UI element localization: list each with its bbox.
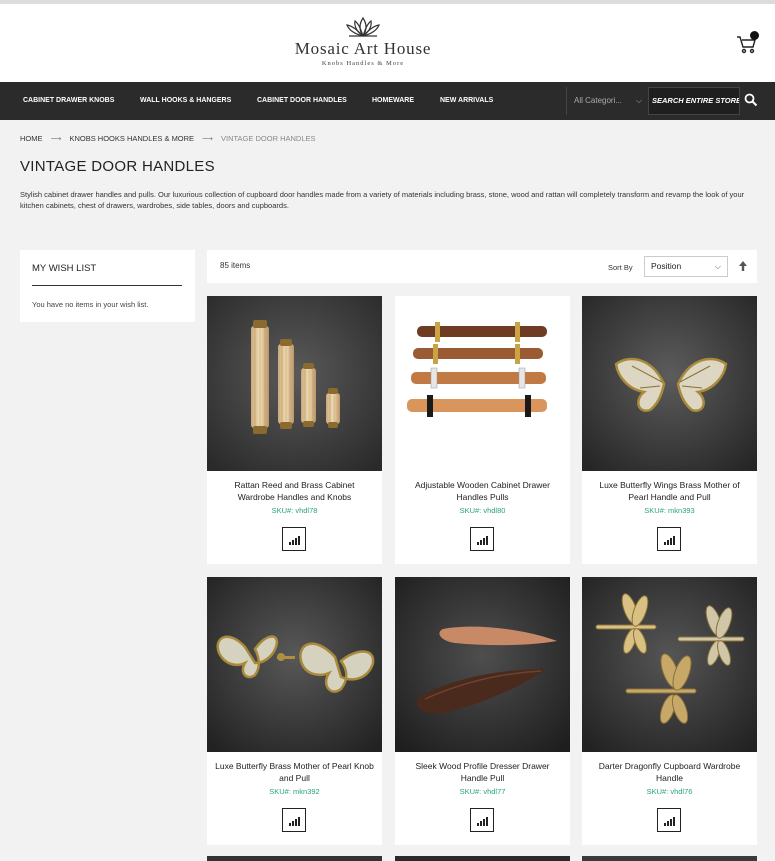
- rattan-handles-image: [207, 296, 382, 471]
- compare-button[interactable]: [657, 527, 681, 551]
- lotus-logo-icon: [346, 16, 380, 38]
- arrow-up-icon: [739, 261, 747, 271]
- search-icon: [744, 93, 758, 107]
- compare-button[interactable]: [470, 527, 494, 551]
- compare-button[interactable]: [470, 808, 494, 832]
- compare-icon: [664, 817, 675, 826]
- product-sku: SKU#: vhdl80: [459, 506, 506, 515]
- dragonfly-handle-image: [582, 577, 757, 752]
- product-image[interactable]: [395, 296, 570, 471]
- breadcrumb-current: VINTAGE DOOR HANDLES: [221, 134, 316, 143]
- search-input[interactable]: SEARCH ENTIRE STORE ...: [648, 87, 740, 115]
- wooden-handles-image: [395, 296, 570, 471]
- main-nav: CABINET DRAWER KNOBS WALL HOOKS & HANGER…: [0, 82, 775, 120]
- product-name[interactable]: Adjustable Wooden Cabinet Drawer Handles…: [403, 479, 562, 503]
- product-name[interactable]: Sleek Wood Profile Dresser Drawer Handle…: [403, 760, 562, 784]
- product-image[interactable]: [582, 577, 757, 752]
- nav-item-new-arrivals[interactable]: NEW ARRIVALS: [440, 82, 493, 120]
- wishlist-empty-text: You have no items in your wish list.: [32, 300, 149, 309]
- product-sku: SKU#: mkn393: [644, 506, 695, 515]
- compare-icon: [477, 817, 488, 826]
- sort-label: Sort By: [608, 263, 633, 272]
- brand-name: Mosaic Art House: [294, 39, 432, 58]
- cart-count-badge: [750, 31, 759, 40]
- product-sku: SKU#: vhdl76: [646, 787, 693, 796]
- chevron-down-icon: ⌵: [635, 96, 642, 105]
- product-card[interactable]: Rattan Reed and Brass Cabinet Wardrobe H…: [207, 296, 382, 564]
- product-toolbar: 85 items Sort By Position ⌵: [207, 250, 757, 283]
- brand-tagline: Knobs Handles & More: [321, 60, 405, 67]
- compare-icon: [477, 536, 488, 545]
- cart-button[interactable]: [736, 31, 762, 56]
- butterfly-wings-image: [582, 296, 757, 471]
- product-sku: SKU#: mkn392: [269, 787, 320, 796]
- sleek-wood-handle-image: [395, 577, 570, 752]
- compare-button[interactable]: [282, 808, 306, 832]
- nav-item-cabinet-drawer-knobs[interactable]: CABINET DRAWER KNOBS: [23, 82, 114, 120]
- product-card[interactable]: Adjustable Wooden Cabinet Drawer Handles…: [395, 296, 570, 564]
- compare-icon: [289, 536, 300, 545]
- product-card[interactable]: Luxe Butterfly Wings Brass Mother of Pea…: [582, 296, 757, 564]
- nav-item-cabinet-door-handles[interactable]: CABINET DOOR HANDLES: [257, 82, 347, 120]
- divider: [32, 285, 182, 286]
- wishlist-panel: MY WISH LIST You have no items in your w…: [20, 250, 195, 322]
- product-image[interactable]: [582, 296, 757, 471]
- product-card[interactable]: Luxe Butterfly Brass Mother of Pearl Kno…: [207, 577, 382, 845]
- product-sku: SKU#: vhdl77: [459, 787, 506, 796]
- page-title: VINTAGE DOOR HANDLES: [20, 158, 215, 175]
- logo[interactable]: Mosaic Art House Knobs Handles & More: [282, 16, 444, 67]
- item-count: 85 items: [220, 261, 251, 270]
- category-description: Stylish cabinet drawer handles and pulls…: [20, 190, 745, 210]
- product-image[interactable]: [395, 577, 570, 752]
- compare-icon: [289, 817, 300, 826]
- compare-button[interactable]: [657, 808, 681, 832]
- breadcrumb-parent[interactable]: KNOBS HOOKS HANDLES & MORE: [69, 134, 194, 143]
- product-image[interactable]: [207, 577, 382, 752]
- nav-item-homeware[interactable]: HOMEWARE: [372, 82, 414, 120]
- arrow-right-icon: ⟶: [50, 134, 62, 143]
- chevron-down-icon: ⌵: [714, 262, 721, 271]
- product-card-partial[interactable]: [582, 856, 757, 861]
- site-header: Mosaic Art House Knobs Handles & More: [0, 4, 775, 82]
- product-card-partial[interactable]: [207, 856, 382, 861]
- compare-icon: [664, 536, 675, 545]
- arrow-right-icon: ⟶: [202, 134, 213, 143]
- butterfly-knob-image: [207, 577, 382, 752]
- sort-select-value: Position: [651, 261, 682, 271]
- compare-button[interactable]: [282, 527, 306, 551]
- category-select-value: All Categori...: [574, 96, 623, 105]
- product-card-partial[interactable]: [395, 856, 570, 861]
- product-name[interactable]: Rattan Reed and Brass Cabinet Wardrobe H…: [215, 479, 374, 503]
- search-button[interactable]: [744, 93, 760, 109]
- breadcrumb: HOME ⟶ KNOBS HOOKS HANDLES & MORE ⟶ VINT…: [20, 134, 322, 143]
- product-sku: SKU#: vhdl78: [271, 506, 318, 515]
- breadcrumb-home[interactable]: HOME: [20, 134, 43, 143]
- wishlist-title: MY WISH LIST: [32, 263, 97, 274]
- product-image[interactable]: [207, 296, 382, 471]
- sort-select[interactable]: Position ⌵: [644, 256, 728, 277]
- product-card[interactable]: Sleek Wood Profile Dresser Drawer Handle…: [395, 577, 570, 845]
- product-name[interactable]: Luxe Butterfly Brass Mother of Pearl Kno…: [215, 760, 374, 784]
- product-card[interactable]: Darter Dragonfly Cupboard Wardrobe Handl…: [582, 577, 757, 845]
- nav-item-wall-hooks-hangers[interactable]: WALL HOOKS & HANGERS: [140, 82, 231, 120]
- sort-direction-button[interactable]: [737, 259, 751, 273]
- product-name[interactable]: Darter Dragonfly Cupboard Wardrobe Handl…: [590, 760, 749, 784]
- product-name[interactable]: Luxe Butterfly Wings Brass Mother of Pea…: [590, 479, 749, 503]
- category-select[interactable]: All Categori... ⌵: [566, 87, 648, 115]
